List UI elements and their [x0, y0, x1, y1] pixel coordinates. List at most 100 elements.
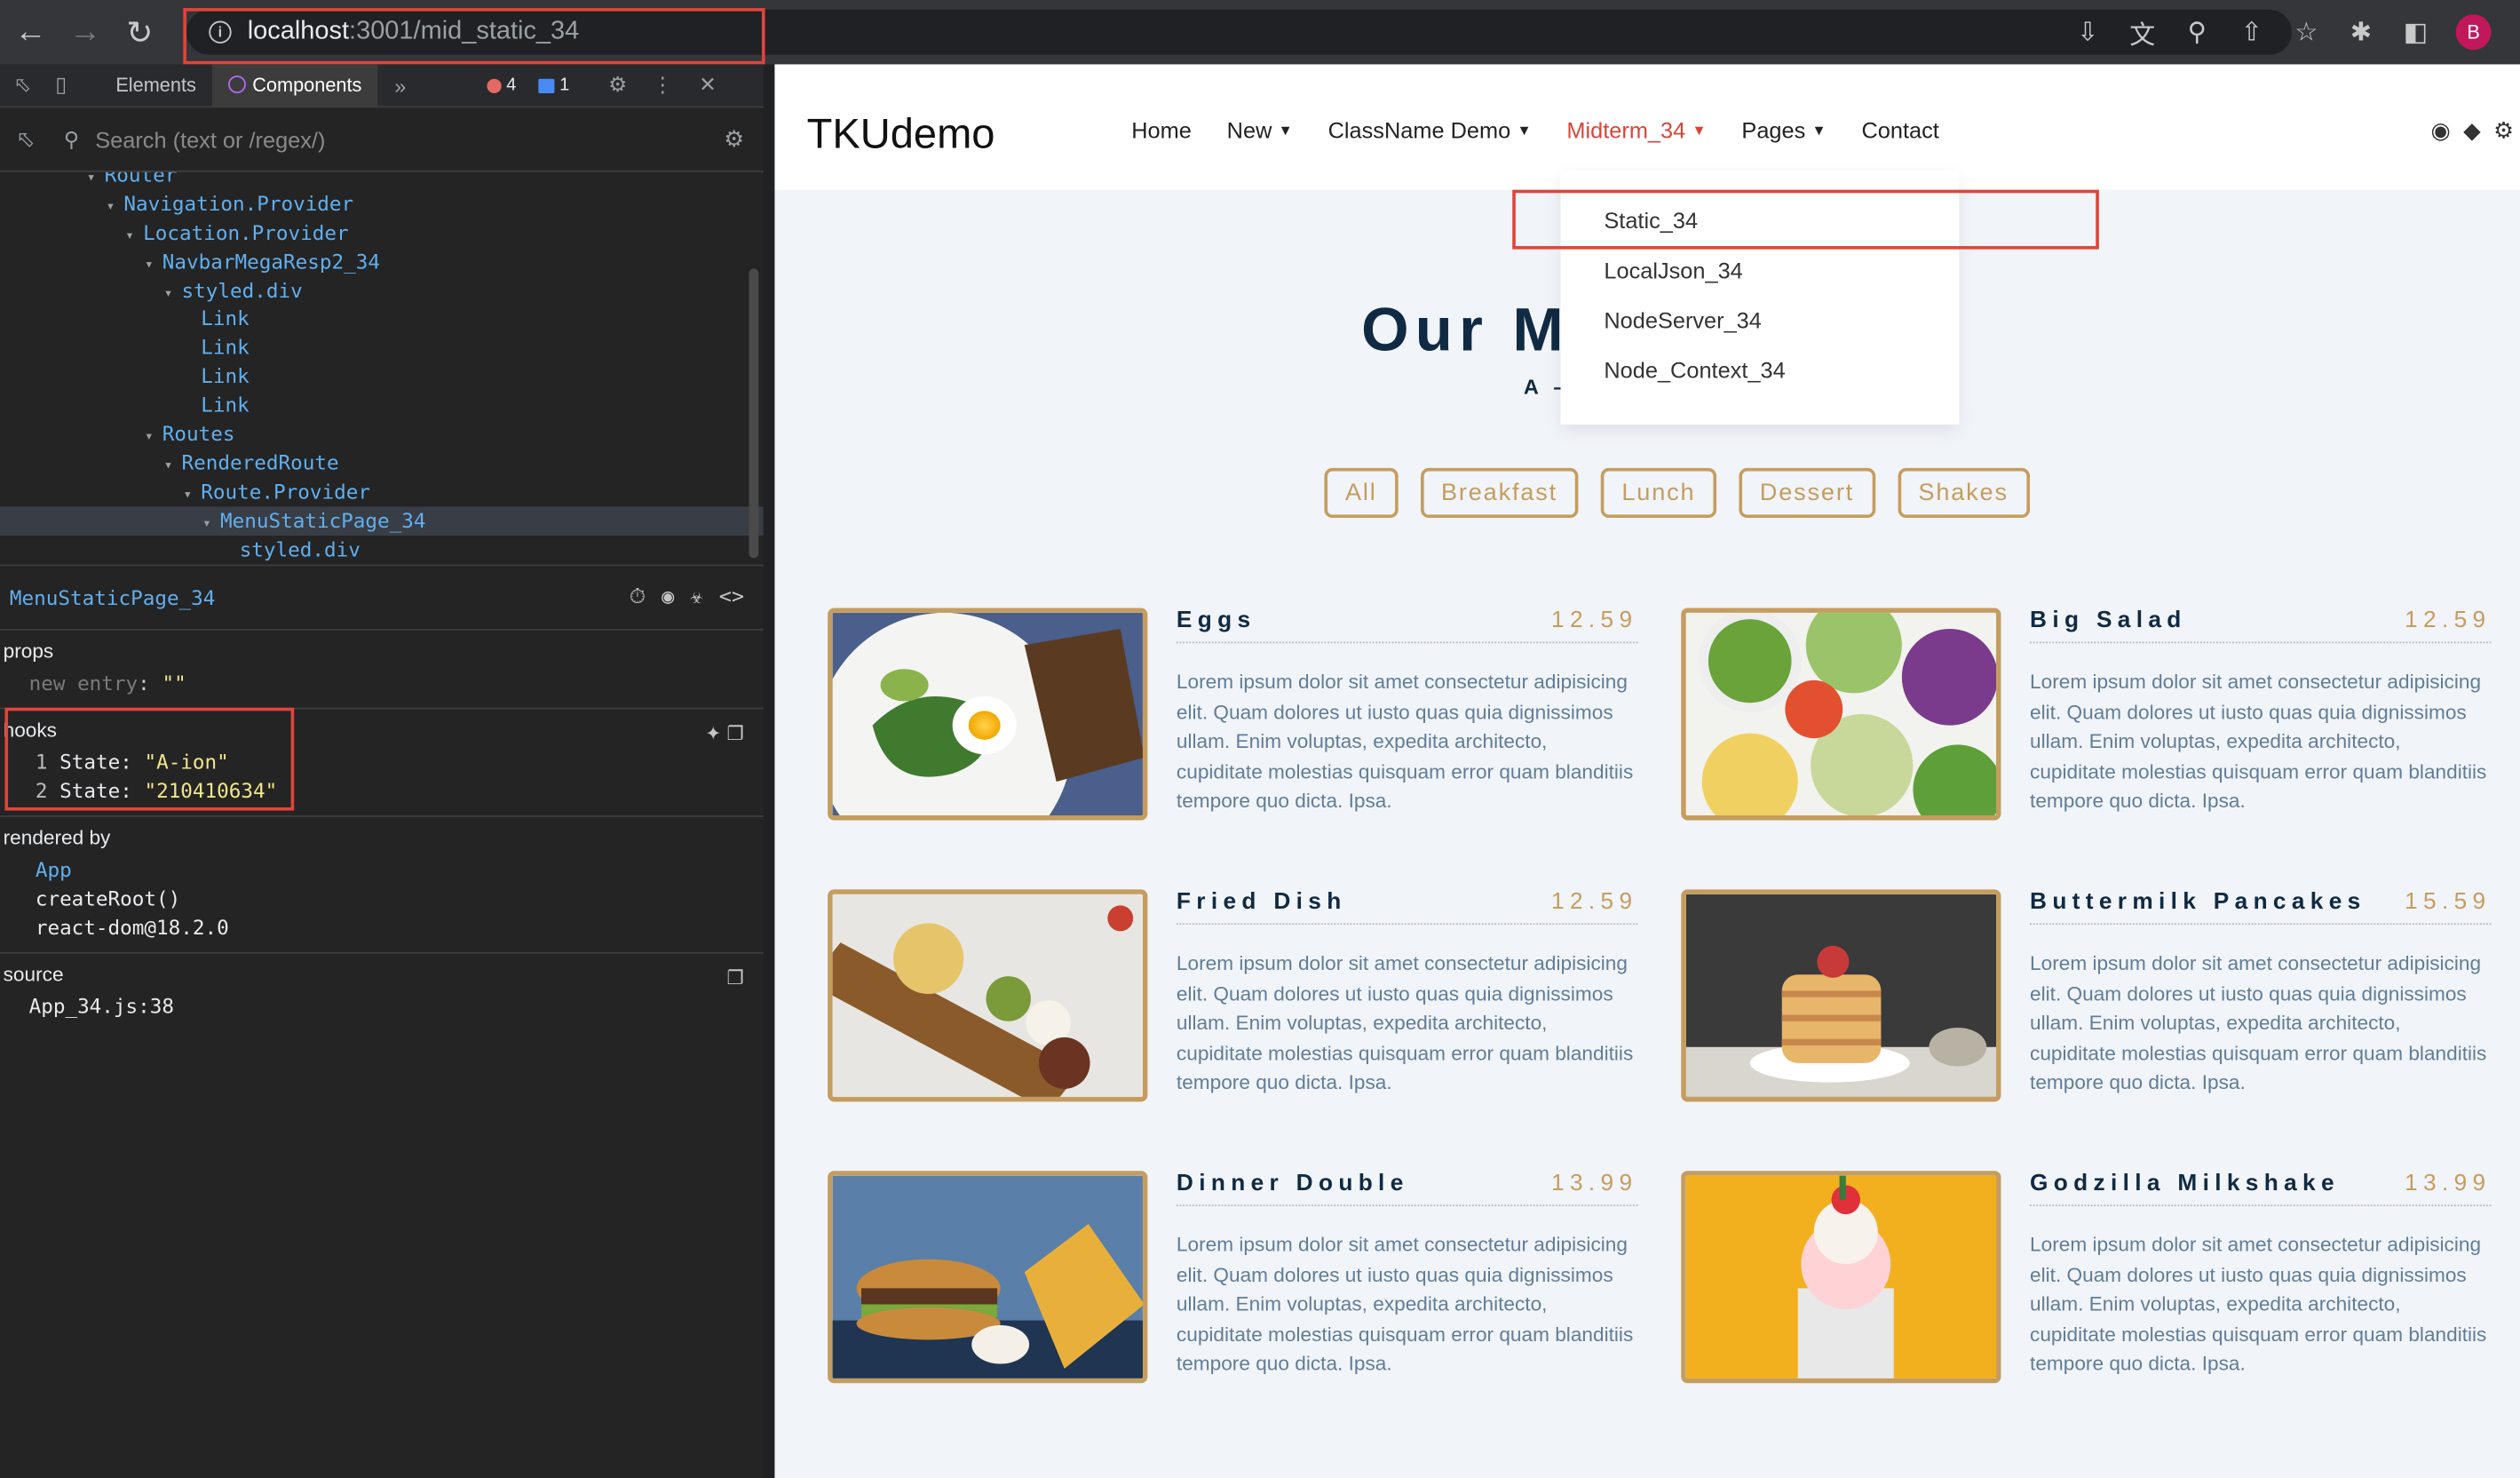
- tree-node[interactable]: ▾ Route.Provider: [0, 477, 764, 505]
- more-tabs-icon[interactable]: »: [384, 73, 416, 97]
- tree-node-label: Link: [201, 335, 250, 360]
- eye-icon[interactable]: ◉: [662, 585, 674, 609]
- tab-elements[interactable]: Elements: [99, 64, 212, 107]
- settings-gear-icon[interactable]: ⚙: [602, 72, 634, 98]
- food-photo: [1681, 608, 2001, 821]
- tree-node-label: Link: [201, 363, 250, 388]
- bug-icon[interactable]: ☣: [690, 585, 702, 609]
- tree-expand-icon[interactable]: ▾: [164, 453, 182, 481]
- filter-button[interactable]: Lunch: [1600, 467, 1716, 519]
- props-new-entry[interactable]: new entry: "": [4, 669, 764, 698]
- device-toggle-icon[interactable]: ▯: [45, 72, 77, 98]
- translate-icon[interactable]: 文: [2121, 12, 2163, 53]
- dropdown-item[interactable]: LocalJson_34: [1561, 246, 1960, 296]
- tree-expand-icon[interactable]: ▾: [145, 252, 162, 281]
- back-icon[interactable]: ←: [6, 8, 54, 56]
- filter-button[interactable]: Dessert: [1739, 467, 1875, 519]
- tree-expand-icon[interactable]: ▾: [202, 511, 220, 539]
- tree-node-label: Navigation.Provider: [123, 191, 354, 216]
- menu-item-price: 12.59: [2405, 608, 2492, 634]
- diamond-icon[interactable]: ◆: [2463, 117, 2481, 145]
- tree-node[interactable]: ▾ NavbarMegaResp2_34: [0, 247, 764, 275]
- tree-node-label: Location.Provider: [143, 219, 349, 244]
- search-settings-icon[interactable]: ⚙: [724, 125, 744, 153]
- tree-node[interactable]: Link: [0, 333, 764, 362]
- menu-item-description: Lorem ipsum dolor sit amet consectetur a…: [2030, 671, 2487, 813]
- tree-expand-icon[interactable]: ▾: [87, 172, 105, 195]
- zoom-icon[interactable]: ⚲: [2176, 12, 2218, 53]
- rendered-by-react-dom: react-dom@18.2.0: [35, 915, 229, 940]
- tree-node[interactable]: ▾ MenuStaticPage_34: [0, 505, 764, 536]
- tree-node[interactable]: ▾ Routes: [0, 420, 764, 449]
- nav-item[interactable]: Pages ▼: [1741, 117, 1826, 143]
- filter-button[interactable]: Breakfast: [1420, 467, 1579, 519]
- reload-icon[interactable]: ↻: [115, 8, 163, 56]
- message-count-badge[interactable]: 1: [532, 72, 575, 98]
- menu-item-description: Lorem ipsum dolor sit amet consectetur a…: [2030, 951, 2487, 1094]
- search-input[interactable]: Search (text or /regex/): [95, 126, 325, 152]
- nav-item-label: Home: [1131, 117, 1192, 144]
- chevron-down-icon: ▼: [1278, 122, 1293, 139]
- gear-icon[interactable]: ⚙: [2493, 117, 2514, 145]
- tree-node[interactable]: Link: [0, 362, 764, 391]
- rendered-by-app[interactable]: App: [4, 855, 764, 885]
- tree-node-label: NavbarMegaResp2_34: [162, 249, 381, 274]
- props-section: props new entry: "": [0, 631, 764, 710]
- tree-node[interactable]: ▾ Router: [0, 172, 764, 190]
- nav-item[interactable]: Contact: [1861, 117, 1938, 143]
- extensions-icon[interactable]: ✱: [2340, 12, 2381, 53]
- dropdown-item[interactable]: NodeServer_34: [1561, 296, 1960, 346]
- stopwatch-icon[interactable]: ⏱: [630, 585, 646, 609]
- tree-node[interactable]: ▾ styled.div: [0, 276, 764, 305]
- inspect-icon[interactable]: ⬁: [6, 72, 38, 98]
- nav-item-label: Contact: [1861, 117, 1939, 144]
- share-icon[interactable]: ⇧: [2231, 12, 2272, 53]
- profile-avatar[interactable]: B: [2455, 14, 2492, 51]
- error-count-badge[interactable]: 4: [480, 72, 522, 98]
- tree-expand-icon[interactable]: ▾: [125, 223, 143, 251]
- wand-icon[interactable]: ✦ ❐: [705, 722, 744, 744]
- close-icon[interactable]: ✕: [692, 72, 724, 98]
- tree-expand-icon[interactable]: ▾: [183, 482, 201, 511]
- forward-icon[interactable]: →: [61, 8, 109, 56]
- selected-component-header: MenuStaticPage_34 ⏱ ◉ ☣ <>: [0, 566, 764, 631]
- tree-node[interactable]: Link: [0, 391, 764, 419]
- install-icon[interactable]: ⇩: [2067, 12, 2109, 53]
- nav-item[interactable]: Midterm_34 ▼: [1566, 117, 1706, 143]
- more-options-icon[interactable]: ⋮: [646, 72, 678, 98]
- menu-item-name: Fried Dish: [1176, 889, 1347, 916]
- nav-item[interactable]: New ▼: [1227, 117, 1293, 143]
- nav-item[interactable]: ClassName Demo ▼: [1328, 117, 1532, 143]
- tree-expand-icon[interactable]: ▾: [164, 281, 182, 309]
- tree-expand-icon[interactable]: ▾: [145, 425, 162, 453]
- chevron-down-icon: ▼: [1811, 122, 1827, 139]
- tree-expand-icon[interactable]: ▾: [106, 195, 123, 223]
- message-icon: [538, 77, 555, 93]
- menu-item-description: Lorem ipsum dolor sit amet consectetur a…: [1176, 951, 1634, 1094]
- menu-item-price: 13.99: [1551, 1171, 1638, 1197]
- filter-button[interactable]: All: [1324, 467, 1399, 519]
- nav-item[interactable]: Home: [1131, 117, 1192, 143]
- source-location[interactable]: App_34.js:38: [4, 992, 764, 1021]
- filter-button[interactable]: Shakes: [1897, 467, 2030, 519]
- tree-node[interactable]: ▾ RenderedRoute: [0, 449, 764, 477]
- rendered-by-createroot: createRoot(): [35, 886, 181, 910]
- select-element-icon[interactable]: ⬁: [16, 125, 35, 153]
- copy-icon[interactable]: ❐: [727, 966, 744, 989]
- selected-component-name: MenuStaticPage_34: [9, 585, 216, 610]
- tree-node[interactable]: styled.div: [0, 535, 764, 563]
- devtools-tabbar: ⬁ ▯ Elements Components » 4 1 ⚙ ⋮ ✕: [0, 63, 764, 108]
- fried-board-image: [832, 894, 1143, 1097]
- code-icon[interactable]: <>: [719, 585, 744, 609]
- dropdown-item[interactable]: Node_Context_34: [1561, 346, 1960, 395]
- tree-node[interactable]: ▾ Navigation.Provider: [0, 189, 764, 218]
- site-brand[interactable]: TKUdemo: [807, 109, 995, 159]
- site-nav-menu: Home New ▼ ClassName Demo ▼ Midterm_34 ▼ Pages ▼…: [1131, 117, 1939, 143]
- props-title: props: [3, 640, 54, 664]
- tree-scrollbar[interactable]: [749, 268, 759, 559]
- github-icon[interactable]: ◉: [2431, 117, 2451, 145]
- tree-node[interactable]: Link: [0, 305, 764, 333]
- side-panel-icon[interactable]: ◧: [2395, 12, 2437, 53]
- tab-components[interactable]: Components: [211, 63, 378, 107]
- bookmark-star-icon[interactable]: ☆: [2286, 12, 2327, 53]
